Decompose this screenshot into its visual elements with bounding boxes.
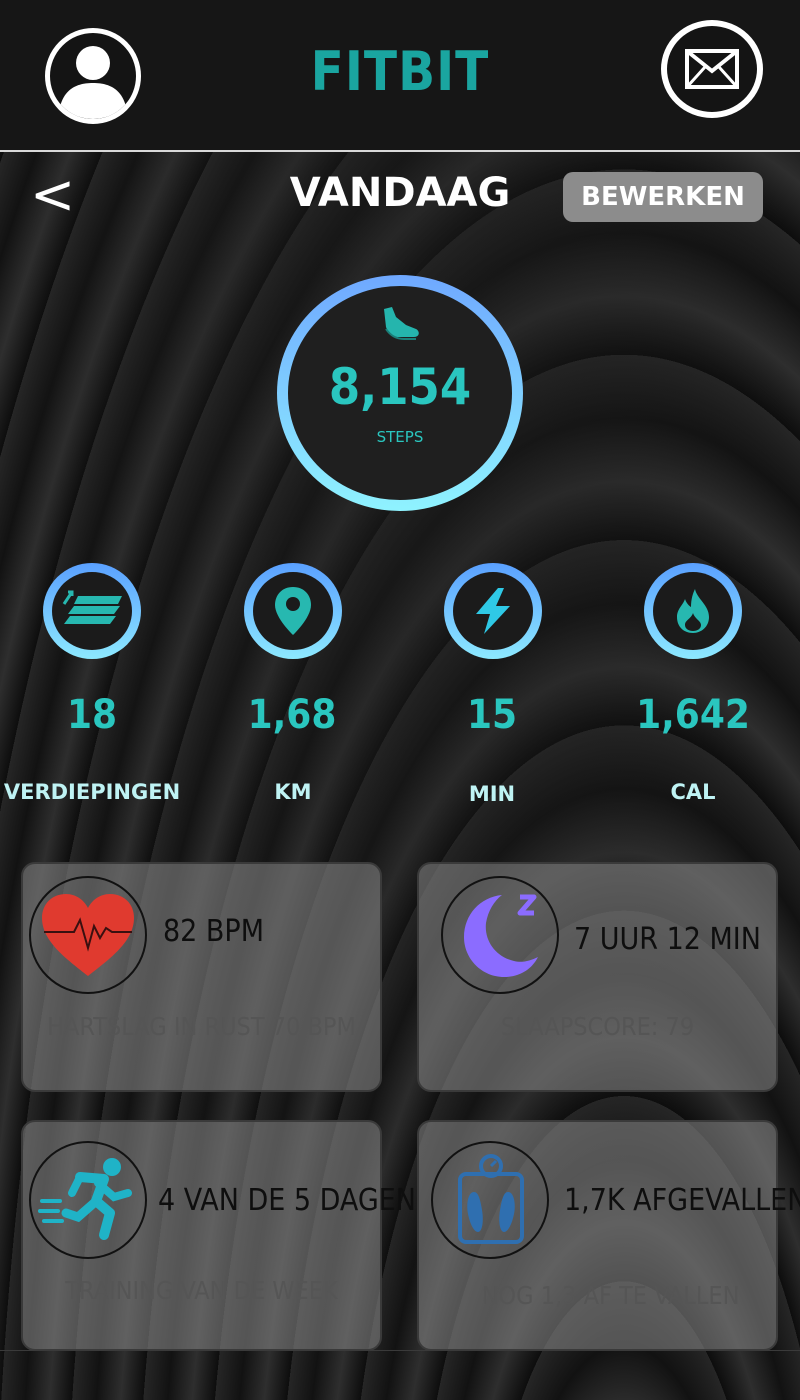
distance-label: KM — [274, 780, 312, 804]
bottom-divider — [0, 1350, 800, 1351]
edit-button[interactable]: BEWERKEN — [563, 172, 763, 222]
lightning-icon — [476, 588, 510, 634]
training-days-value: 4 VAN DE 5 DAGEN — [158, 1183, 416, 1218]
distance-value: 1,68 — [247, 692, 337, 738]
active-minutes-label: MIN — [468, 782, 516, 806]
steps-value: 8,154 — [328, 358, 472, 416]
steps-label: STEPS — [376, 428, 424, 446]
calories-stat-ring[interactable] — [644, 563, 742, 659]
user-avatar-icon — [58, 46, 128, 119]
active-minutes-stat-ring[interactable] — [444, 563, 542, 659]
resting-heart-rate-label: HARTSLAG IN RUST 70 BPM — [47, 1012, 356, 1041]
envelope-icon — [685, 49, 739, 89]
sleep-score-label: SLAAPSCORE: 79 — [500, 1012, 695, 1041]
moon-sleep-icon — [441, 876, 559, 994]
heart-icon — [29, 876, 147, 994]
floors-value: 18 — [66, 692, 118, 738]
heart-rate-value: 82 BPM — [163, 914, 264, 949]
weight-remaining-label: NOG 1,3 AF TE VALLEN — [481, 1281, 740, 1310]
app-title: FITBIT — [310, 40, 490, 103]
training-week-label: TRAINING VAN DE WEEK — [65, 1276, 338, 1305]
distance-stat-ring[interactable] — [244, 563, 342, 659]
runner-icon — [29, 1141, 147, 1259]
sleep-duration-value: 7 UUR 12 MIN — [574, 922, 761, 957]
messages-button[interactable] — [661, 20, 763, 118]
back-button[interactable]: < — [30, 165, 80, 225]
calories-label: CAL — [670, 780, 716, 804]
location-pin-icon — [275, 587, 311, 635]
scale-icon — [431, 1141, 549, 1259]
active-minutes-value: 15 — [466, 692, 518, 738]
flame-icon — [677, 589, 709, 633]
page-title: VANDAAG — [289, 170, 511, 216]
floors-stat-ring[interactable] — [43, 563, 141, 659]
weight-lost-value: 1,7K AFGEVALLEN — [564, 1183, 800, 1218]
shoe-icon — [378, 305, 422, 341]
calories-value: 1,642 — [636, 692, 750, 738]
stairs-icon — [62, 590, 122, 624]
floors-label: VERDIEPINGEN — [3, 780, 181, 804]
profile-button[interactable] — [45, 28, 141, 124]
